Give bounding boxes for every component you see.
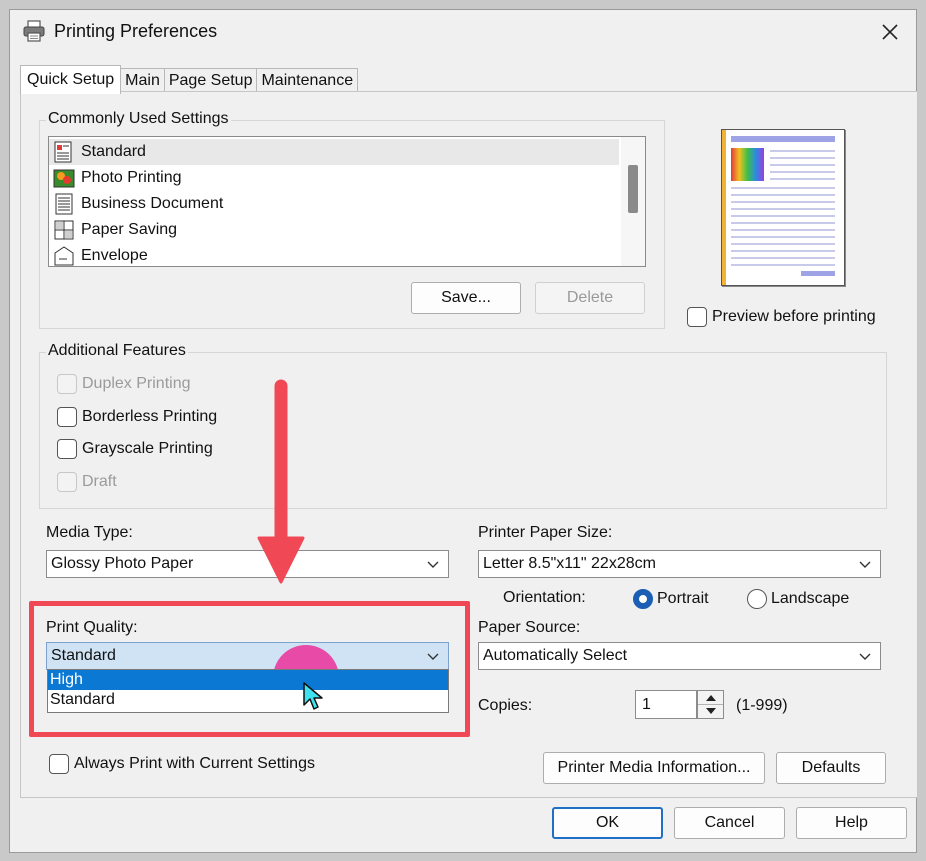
list-item-label: Paper Saving <box>81 221 178 238</box>
media-type-label: Media Type: <box>46 524 133 541</box>
page-preview-image <box>721 129 845 286</box>
save-button[interactable]: Save... <box>411 282 521 314</box>
checkbox-label: Borderless Printing <box>82 408 218 425</box>
defaults-button[interactable]: Defaults <box>776 752 886 784</box>
ok-button[interactable]: OK <box>552 807 663 839</box>
list-item-business-document[interactable]: Business Document <box>49 191 619 217</box>
paper-source-value: Automatically Select <box>483 647 628 664</box>
increment-button[interactable] <box>698 691 723 704</box>
envelope-icon <box>54 246 74 266</box>
printer-icon <box>23 20 45 42</box>
checkbox-label: Grayscale Printing <box>82 440 213 457</box>
radio-label: Landscape <box>771 590 850 607</box>
chevron-down-icon <box>427 561 439 568</box>
radio-circle[interactable] <box>633 589 653 609</box>
common-settings-list[interactable]: Standard Photo Printing Business Documen… <box>48 136 646 267</box>
list-scrollbar[interactable] <box>621 137 645 266</box>
checkbox-label: Always Print with Current Settings <box>74 755 315 772</box>
list-item-label: Envelope <box>81 247 148 264</box>
list-item-label: Photo Printing <box>81 169 182 186</box>
list-item-photo-printing[interactable]: Photo Printing <box>49 165 619 191</box>
checkbox-box[interactable] <box>57 407 77 427</box>
borderless-printing-checkbox[interactable]: Borderless Printing <box>57 407 217 427</box>
checkbox-label: Draft <box>82 473 117 490</box>
portrait-radio[interactable]: Portrait <box>633 589 709 609</box>
copies-range: (1-999) <box>736 697 788 714</box>
print-quality-label: Print Quality: <box>46 619 138 636</box>
print-quality-dropdown-list: High Standard <box>47 669 449 713</box>
paper-size-select[interactable]: Letter 8.5"x11" 22x28cm <box>478 550 881 578</box>
checkbox-box[interactable] <box>57 374 77 394</box>
paper-size-label: Printer Paper Size: <box>478 524 613 541</box>
close-icon <box>882 24 898 40</box>
close-button[interactable] <box>876 18 904 46</box>
list-item-label: Business Document <box>81 195 224 212</box>
radio-label: Portrait <box>657 590 709 607</box>
tab-strip: Quick Setup Main Page Setup Maintenance <box>20 65 359 94</box>
list-item-paper-saving[interactable]: Paper Saving <box>49 217 619 243</box>
copies-input[interactable]: 1 <box>635 690 697 719</box>
copies-label: Copies: <box>478 697 533 714</box>
always-print-checkbox[interactable]: Always Print with Current Settings <box>49 754 315 774</box>
standard-icon <box>54 141 72 163</box>
help-button[interactable]: Help <box>796 807 907 839</box>
tab-quick-setup[interactable]: Quick Setup <box>20 65 122 94</box>
checkbox-label: Duplex Printing <box>82 375 191 392</box>
triangle-down-icon <box>705 708 716 714</box>
paper-size-value: Letter 8.5"x11" 22x28cm <box>483 555 656 572</box>
print-quality-select[interactable]: Standard <box>46 642 449 670</box>
media-type-value: Glossy Photo Paper <box>51 555 194 572</box>
delete-button[interactable]: Delete <box>535 282 645 314</box>
duplex-printing-checkbox[interactable]: Duplex Printing <box>57 374 191 394</box>
print-quality-value: Standard <box>51 647 116 664</box>
chevron-down-icon <box>427 653 439 660</box>
list-item-envelope[interactable]: Envelope <box>49 243 619 266</box>
checkbox-box[interactable] <box>57 472 77 492</box>
checkbox-box[interactable] <box>57 439 77 459</box>
decrement-button[interactable] <box>698 704 723 717</box>
checkbox-label: Preview before printing <box>712 308 876 325</box>
photo-icon <box>53 169 75 188</box>
draft-checkbox[interactable]: Draft <box>57 472 117 492</box>
radio-circle[interactable] <box>747 589 767 609</box>
orientation-label: Orientation: <box>503 589 586 606</box>
grayscale-printing-checkbox[interactable]: Grayscale Printing <box>57 439 213 459</box>
media-type-select[interactable]: Glossy Photo Paper <box>46 550 449 578</box>
paper-source-select[interactable]: Automatically Select <box>478 642 881 670</box>
cancel-button[interactable]: Cancel <box>674 807 785 839</box>
checkbox-box[interactable] <box>687 307 707 327</box>
list-item-label: Standard <box>81 143 146 160</box>
paper-saving-icon <box>54 220 74 240</box>
preview-illustration <box>722 130 835 285</box>
chevron-down-icon <box>859 653 871 660</box>
chevron-down-icon <box>859 561 871 568</box>
list-item-standard[interactable]: Standard <box>49 139 619 165</box>
window-title: Printing Preferences <box>54 21 218 41</box>
additional-features-label: Additional Features <box>46 342 188 360</box>
common-settings-label: Commonly Used Settings <box>46 110 231 128</box>
paper-source-label: Paper Source: <box>478 619 581 636</box>
checkbox-box[interactable] <box>49 754 69 774</box>
title-bar: Printing Preferences <box>10 10 916 54</box>
printer-media-information-button[interactable]: Printer Media Information... <box>543 752 765 784</box>
copies-spinner <box>697 690 724 719</box>
option-standard[interactable]: Standard <box>48 690 448 710</box>
preview-before-printing-checkbox[interactable]: Preview before printing <box>687 307 876 327</box>
triangle-up-icon <box>705 694 716 701</box>
option-high[interactable]: High <box>48 670 448 690</box>
landscape-radio[interactable]: Landscape <box>747 589 849 609</box>
document-icon <box>55 193 73 215</box>
scroll-thumb[interactable] <box>628 165 638 213</box>
